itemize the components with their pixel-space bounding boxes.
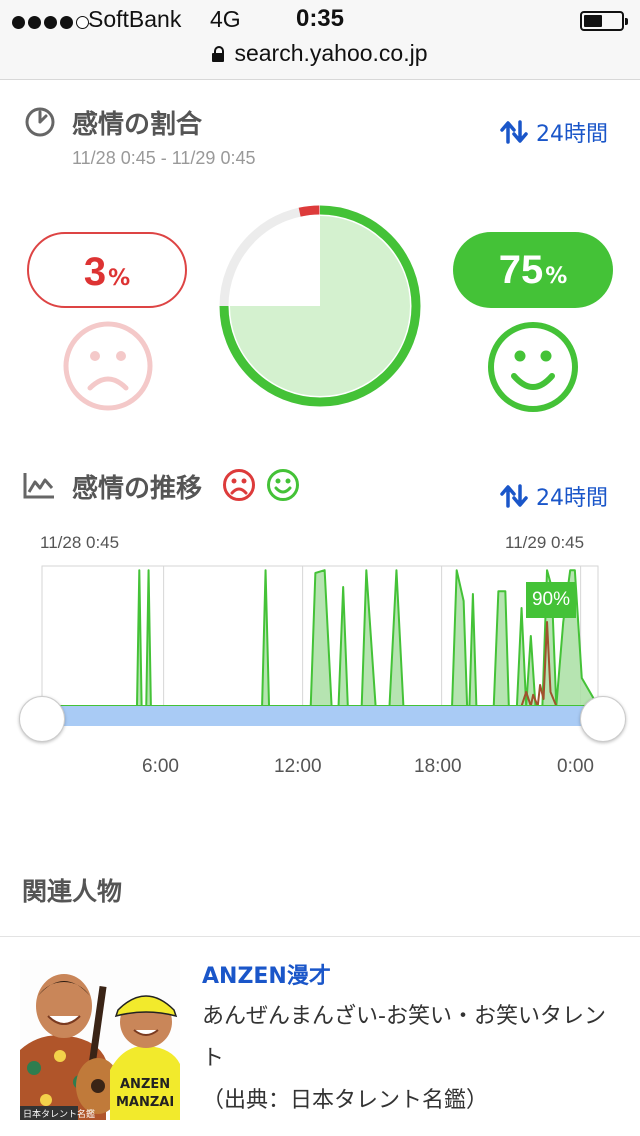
ratio-title: 感情の割合 [72,110,203,140]
trend-title: 感情の推移 [72,474,203,504]
hour-label-12: 12:00 [274,756,322,777]
person-category: あんぜんまんざい-お笑い・お笑いタレント [202,1004,606,1071]
clock: 0:35 [295,5,345,32]
clock-chart-icon [25,107,55,137]
address-bar[interactable]: search.yahoo.co.jp [0,40,640,67]
negative-percent-sign: % [108,266,131,291]
peak-value-badge: 90% [526,582,576,618]
lock-icon [212,46,225,62]
trend-range-label: 24時間 [536,486,608,511]
negative-ratio-badge: 3% [27,232,187,308]
positive-legend-icon [267,469,299,501]
ratio-range-label: 24時間 [536,122,608,147]
person-description: あんぜんまんざい-お笑い・お笑いタレント （出典：日本タレント名鑑） [202,996,622,1122]
person-photo[interactable]: ANZEN MANZAI 日本タレント名鑑 [20,960,180,1120]
range-selection-bar[interactable] [42,706,598,726]
sentiment-pie-chart [219,205,421,407]
pie-negative-arc [298,205,320,217]
positive-ratio-badge: 75% [453,232,613,308]
negative-legend-icon [223,469,255,501]
hour-label-18: 18:00 [414,756,462,777]
svg-text:MANZAI: MANZAI [116,1095,174,1110]
happy-face-icon [488,322,578,412]
trend-end-date: 11/29 0:45 [505,533,585,552]
shirt-lettering: ANZEN [120,1077,170,1092]
url-text: search.yahoo.co.jp [234,40,428,66]
related-people-title: 関連人物 [22,877,123,906]
range-start-handle[interactable] [19,696,65,742]
positive-ratio-value: 75 [498,248,544,292]
range-end-handle[interactable] [580,696,626,742]
pie-positive-wedge [230,216,410,396]
sort-arrows-icon [500,120,528,144]
positive-percent-sign: % [545,264,568,289]
ratio-date-range: 11/28 0:45 - 11/29 0:45 [72,148,256,168]
ratio-range-toggle[interactable]: 24時間 [500,116,608,148]
battery-icon [580,11,628,31]
person-name-link[interactable]: ANZEN漫才 [202,958,331,990]
sad-face-icon [63,321,153,411]
section-divider [0,936,640,937]
trend-start-date: 11/28 0:45 [40,533,120,552]
hour-label-6: 6:00 [142,756,179,777]
person-source: （出典：日本タレント名鑑） [202,1088,489,1113]
hour-label-0: 0:00 [557,756,594,777]
negative-ratio-value: 3 [83,250,107,294]
trend-range-toggle[interactable]: 24時間 [500,480,608,512]
status-bar: SoftBank 4G 0:35 search.yahoo.co.jp [0,0,640,80]
photo-caption: 日本タレント名鑑 [23,1108,95,1120]
sort-arrows-icon [500,484,528,508]
line-chart-icon [23,473,54,499]
